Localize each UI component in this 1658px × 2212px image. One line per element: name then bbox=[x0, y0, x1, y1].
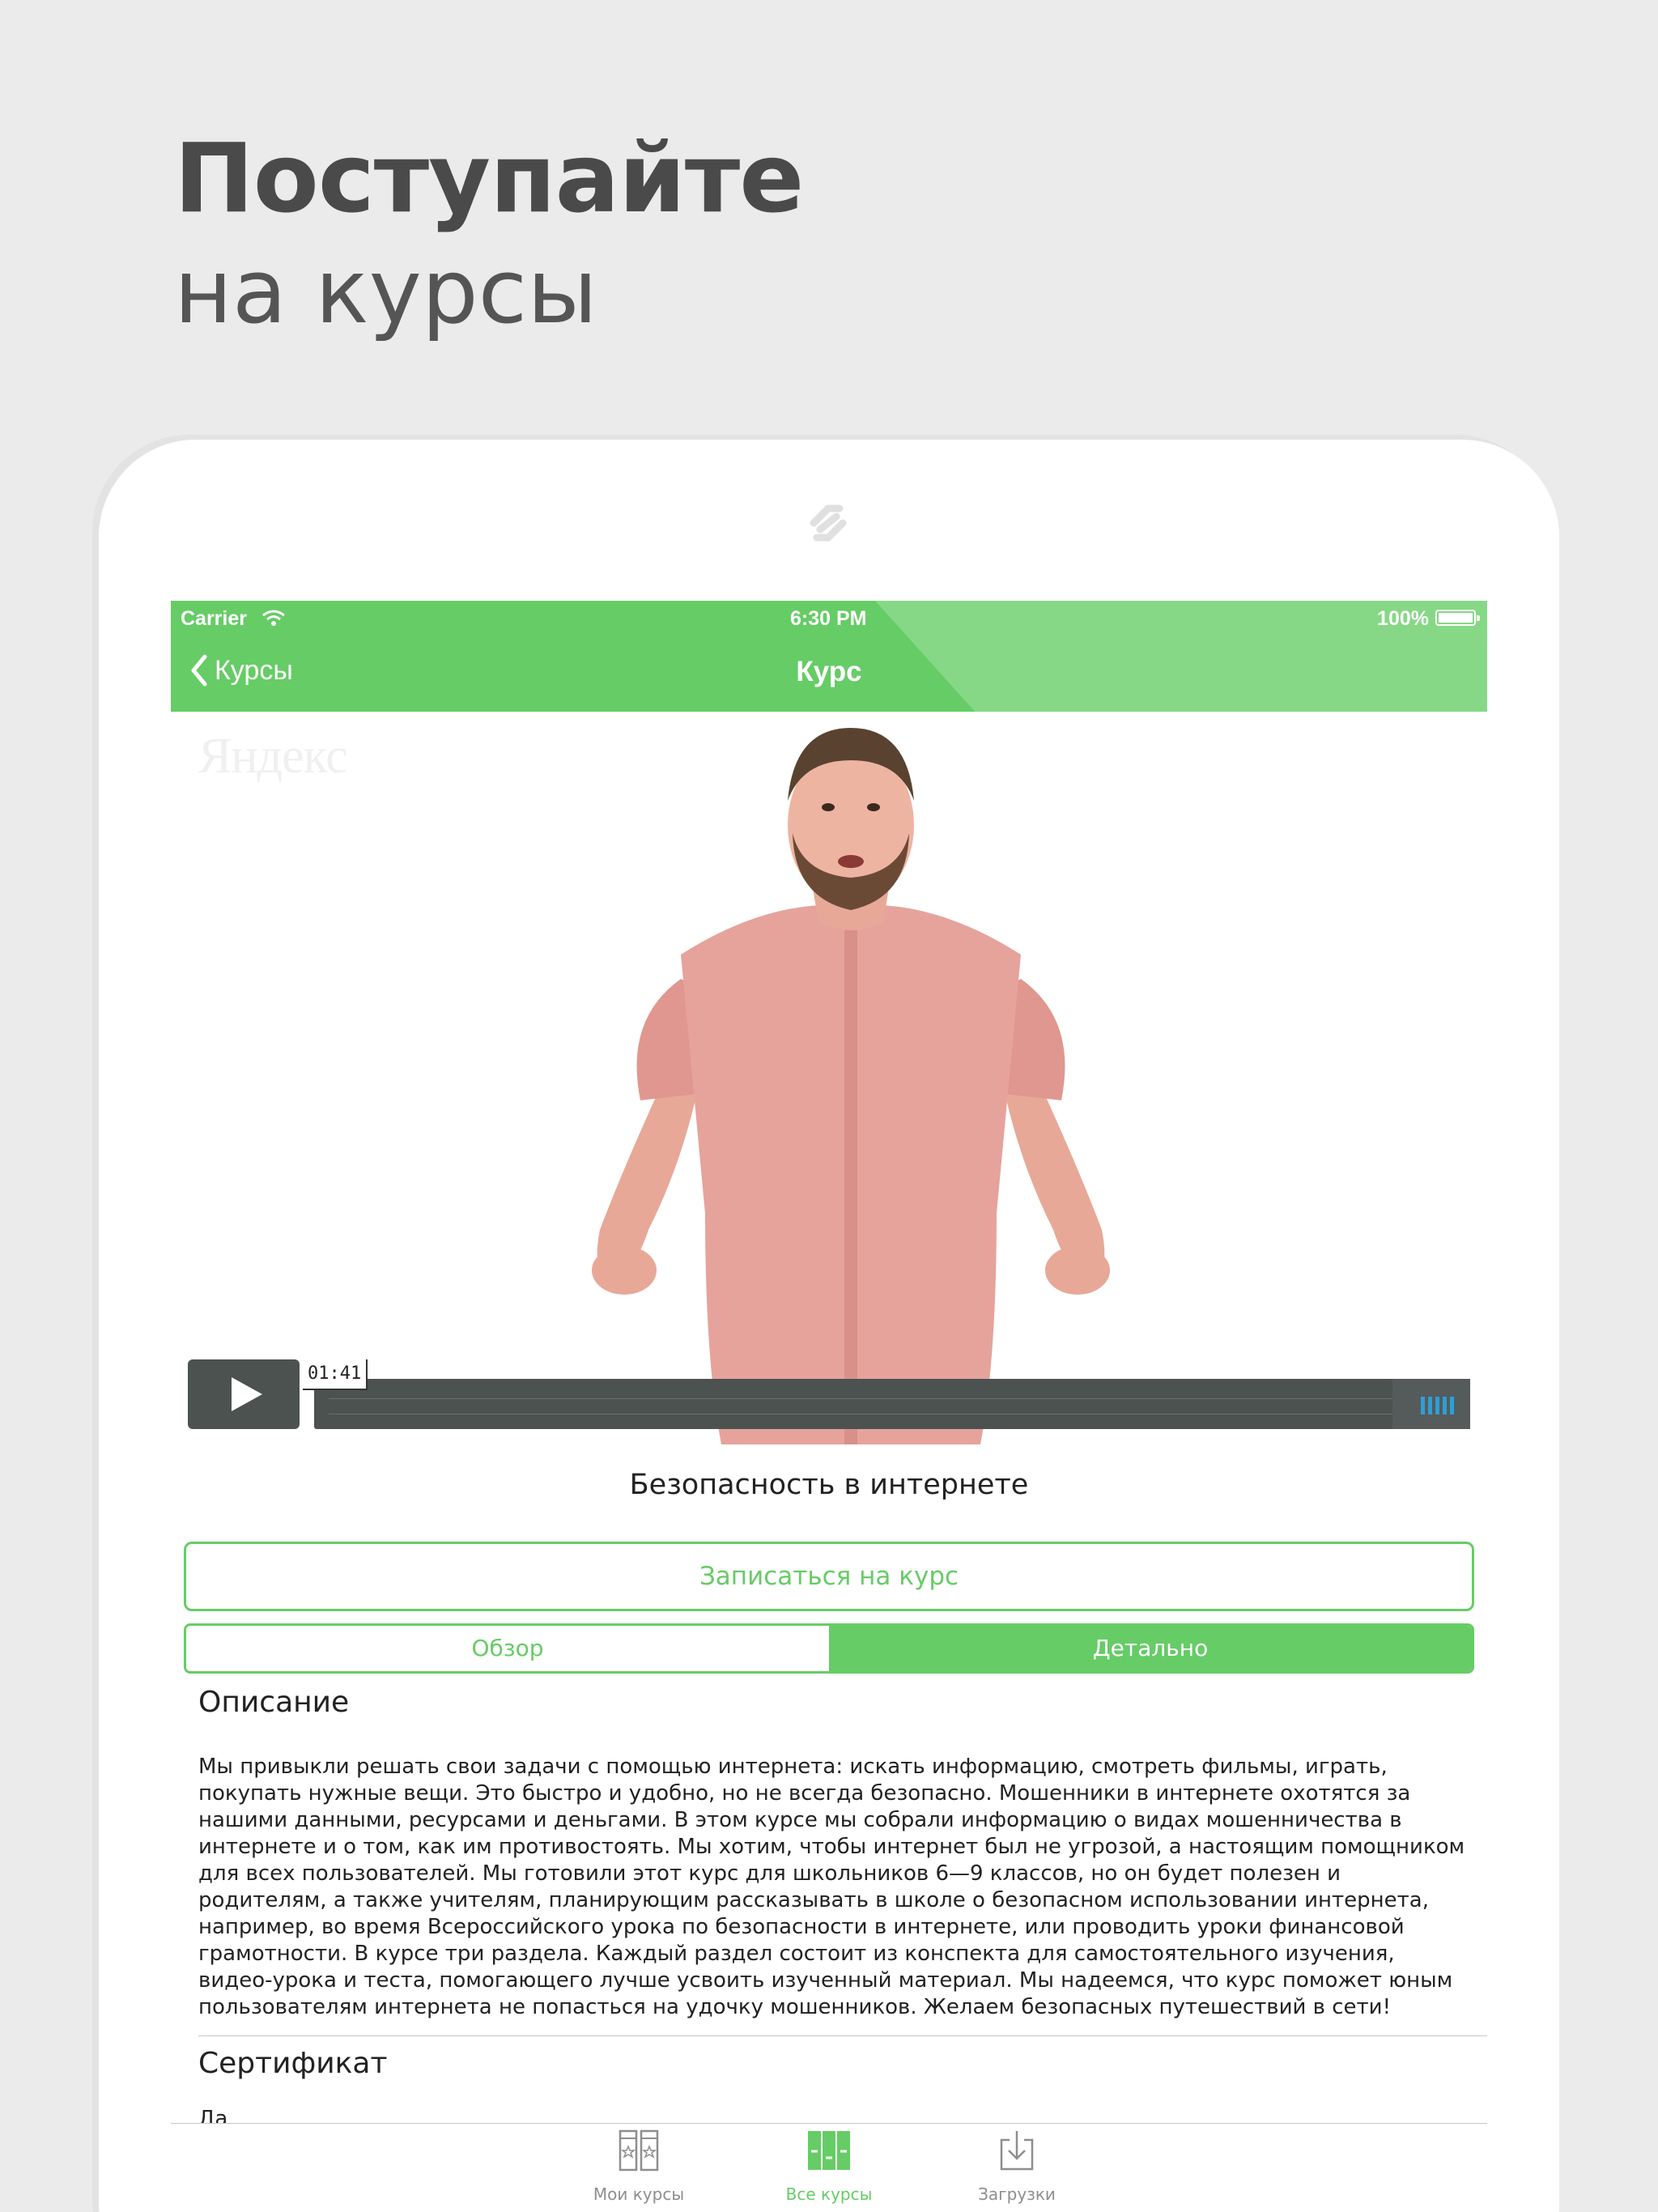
nav-title: Курс bbox=[796, 656, 862, 687]
video-watermark: Яндекс bbox=[198, 729, 348, 784]
app-screen: Carrier 6:30 PM 100% Курсы Курс Яндекс 0… bbox=[171, 601, 1487, 2212]
enroll-button[interactable]: Записаться на курс bbox=[184, 1542, 1474, 1611]
battery-icon bbox=[1435, 610, 1480, 626]
presenter-image bbox=[592, 728, 1110, 1444]
volume-control[interactable] bbox=[1392, 1379, 1470, 1429]
app-logo-icon bbox=[802, 497, 854, 549]
description-text: Мы привыкли решать свои задачи с помощью… bbox=[198, 1755, 1465, 2019]
volume-icon bbox=[1421, 1397, 1454, 1414]
headline-line-1: Поступайте bbox=[174, 122, 804, 234]
course-title: Безопасность в интернете bbox=[629, 1469, 1029, 1501]
description-heading: Описание bbox=[198, 1686, 350, 1719]
status-time: 6:30 PM bbox=[790, 607, 867, 630]
tab-all-courses[interactable]: Все курсы bbox=[764, 2129, 894, 2204]
navigation-bar: Carrier 6:30 PM 100% Курсы Курс bbox=[171, 601, 1487, 712]
play-button[interactable] bbox=[188, 1359, 300, 1429]
tab-overview[interactable]: Обзор bbox=[186, 1626, 829, 1671]
segmented-control: Обзор Детально bbox=[184, 1623, 1474, 1674]
carrier-label: Carrier bbox=[181, 607, 247, 630]
tab-all-courses-label: Все курсы bbox=[785, 2184, 873, 2204]
seek-track bbox=[329, 1398, 1392, 1414]
my-courses-icon bbox=[619, 2129, 659, 2172]
current-time-tooltip: 01:41 bbox=[303, 1359, 368, 1390]
tab-my-courses-label: Мои курсы bbox=[593, 2184, 685, 2204]
promo-headline: Поступайте на курсы bbox=[174, 121, 804, 348]
status-bar: Carrier 6:30 PM 100% bbox=[171, 601, 1487, 633]
tab-details[interactable]: Детально bbox=[829, 1626, 1472, 1671]
all-courses-icon bbox=[808, 2131, 850, 2170]
tab-bar: Мои курсы Все курсы Загрузки bbox=[171, 2123, 1487, 2212]
tab-downloads[interactable]: Загрузки bbox=[952, 2129, 1082, 2204]
tab-downloads-label: Загрузки bbox=[978, 2184, 1056, 2204]
tab-my-courses[interactable]: Мои курсы bbox=[574, 2129, 704, 2204]
video-player[interactable]: Яндекс 01:41 bbox=[171, 712, 1487, 1444]
downloads-icon bbox=[1000, 2131, 1034, 2171]
headline-line-2: на курсы bbox=[174, 240, 597, 343]
certificate-heading: Сертификат bbox=[198, 2047, 388, 2080]
seek-bar[interactable] bbox=[314, 1379, 1470, 1429]
wifi-icon bbox=[261, 609, 286, 632]
section-divider bbox=[198, 2035, 1487, 2036]
battery-percent: 100% bbox=[1377, 607, 1429, 630]
